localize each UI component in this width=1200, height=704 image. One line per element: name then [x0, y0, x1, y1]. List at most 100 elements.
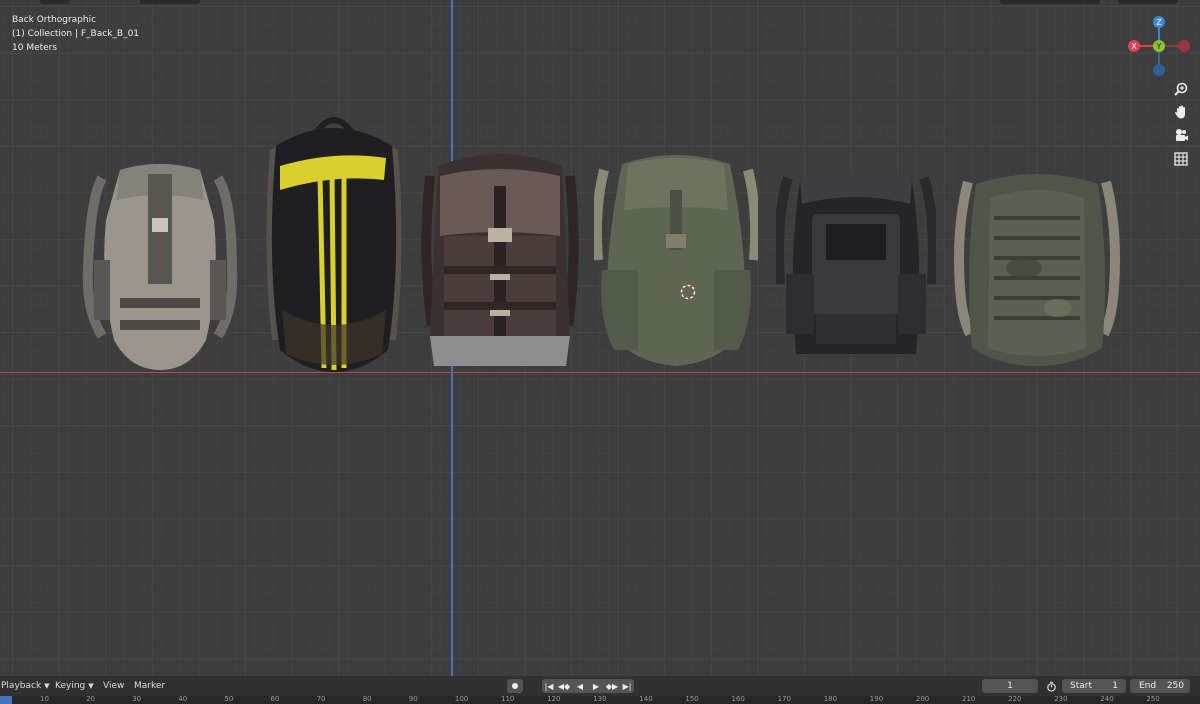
collection-line: (1) Collection | F_Back_B_01 — [12, 29, 140, 39]
navigation-gizmo[interactable]: Z X Y — [1124, 14, 1190, 80]
side-pad — [94, 260, 110, 320]
ruler-tick-label: 60 — [270, 695, 280, 703]
right-strap — [919, 176, 936, 285]
pan-button[interactable] — [1170, 102, 1192, 122]
backpack-5[interactable] — [776, 164, 936, 368]
side-pocket — [601, 270, 638, 350]
bottom-panel — [430, 336, 570, 366]
backpack-4[interactable] — [594, 150, 758, 368]
right-strap — [563, 175, 579, 327]
ruler-tick-label: 10 — [40, 695, 49, 703]
ruler-tick-label: 250 — [1146, 695, 1160, 703]
side-pocket — [898, 274, 926, 334]
backpack-6[interactable] — [954, 168, 1120, 366]
camo-patch — [1006, 258, 1042, 278]
camera-icon — [1176, 129, 1188, 141]
header-stub — [1118, 0, 1178, 4]
grid-icon — [1174, 152, 1188, 166]
right-strap — [743, 168, 758, 261]
side-pocket — [714, 270, 751, 350]
buckle — [666, 234, 686, 248]
camo-patch — [1044, 299, 1072, 317]
webbing — [444, 302, 556, 310]
ruler-tick-label: 120 — [547, 695, 561, 703]
3d-cursor-icon[interactable] — [680, 284, 696, 300]
backpack-1[interactable] — [80, 160, 240, 372]
end-frame-field[interactable]: End 250 — [1130, 679, 1190, 693]
webbing — [120, 298, 200, 308]
lower-pocket — [816, 314, 896, 344]
timeline-header: Playback ▼ Keying ▼ View Marker |◀ ◀◆ ◀ ▶ … — [0, 676, 1200, 696]
camera-view-button[interactable] — [1170, 125, 1192, 145]
play-button[interactable]: ▶ — [588, 679, 604, 693]
ruler-tick-label: 240 — [1100, 695, 1114, 703]
start-frame-field[interactable]: Start 1 — [1062, 679, 1126, 693]
ruler-tick-label: 180 — [823, 695, 838, 703]
prev-keyframe-icon: ◀◆ — [557, 681, 571, 691]
chevron-down-icon: ▼ — [44, 682, 50, 690]
left-strap — [776, 176, 793, 285]
playback-label: Playback — [1, 681, 42, 691]
jump-start-icon: |◀ — [544, 681, 554, 691]
end-value: 250 — [1166, 681, 1184, 691]
keying-menu[interactable]: Keying ▼ — [55, 676, 94, 696]
ruler-tick-label: 220 — [1008, 695, 1022, 703]
ruler-tick-label: 200 — [915, 695, 930, 703]
play-reverse-button[interactable]: ◀ — [572, 679, 588, 693]
ruler-tick-label: 210 — [962, 695, 976, 703]
record-button[interactable] — [507, 679, 523, 693]
record-icon — [512, 683, 518, 689]
backpack-3[interactable] — [420, 146, 580, 368]
end-label: End — [1139, 681, 1157, 691]
start-label: Start — [1070, 681, 1092, 691]
ruler-tick-label: 140 — [639, 695, 653, 703]
buckle — [152, 218, 168, 232]
playback-menu[interactable]: Playback ▼ — [1, 676, 50, 696]
ruler-tick-label: 190 — [869, 695, 884, 703]
current-frame-field[interactable]: 1 — [982, 679, 1038, 693]
ruler-tick-label: 70 — [316, 695, 326, 703]
gizmo-z-label: Z — [1156, 18, 1162, 27]
view-name: Back Orthographic — [12, 15, 97, 25]
backpack-2[interactable] — [262, 110, 406, 374]
zoom-button[interactable] — [1170, 79, 1192, 99]
webbing — [444, 266, 556, 274]
x-axis-line — [0, 372, 1200, 373]
ruler-tick-label: 90 — [408, 695, 418, 703]
hand-pan-icon — [1175, 105, 1185, 119]
jump-to-end-button[interactable]: ▶| — [620, 679, 634, 693]
ruler-tick-label: 150 — [685, 695, 699, 703]
stopwatch-icon — [1046, 681, 1056, 692]
preview-range-button[interactable] — [1043, 679, 1059, 693]
side-pad — [210, 260, 226, 320]
ruler-tick-label: 80 — [362, 695, 372, 703]
ruler-tick-label: 230 — [1054, 695, 1068, 703]
left-strap — [954, 180, 975, 337]
jump-to-keyframe-next-button[interactable]: ◆▶ — [604, 679, 620, 693]
current-frame-indicator[interactable] — [0, 696, 12, 704]
scale-line: 10 Meters — [12, 43, 58, 53]
ruler-tick-label: 130 — [593, 695, 607, 703]
jump-to-start-button[interactable]: |◀ — [542, 679, 556, 693]
next-keyframe-icon: ◆▶ — [605, 681, 619, 691]
ruler-tick-label: 170 — [777, 695, 791, 703]
header-stub — [140, 0, 200, 4]
ruler-tick-label: 40 — [178, 695, 188, 703]
ruler-tick-label: 50 — [224, 695, 234, 703]
jump-to-keyframe-prev-button[interactable]: ◀◆ — [556, 679, 572, 693]
gizmo-neg-x-axis[interactable] — [1178, 40, 1190, 52]
3d-viewport[interactable]: Back Orthographic (1) Collection | F_Bac… — [0, 0, 1200, 676]
left-strap — [421, 175, 437, 327]
header-stub — [40, 0, 70, 4]
ruler-tick-label: 110 — [501, 695, 515, 703]
chevron-down-icon: ▼ — [88, 682, 94, 690]
viewport-info: Back Orthographic (1) Collection | F_Bac… — [12, 13, 139, 55]
marker-menu[interactable]: Marker — [134, 676, 165, 696]
ruler-tick-label: 160 — [731, 695, 745, 703]
side-pocket — [786, 274, 814, 334]
timeline-ruler[interactable]: 10 20 30 40 50 60 70 80 90 100 110 120 130 140 150 160 1… — [0, 695, 1200, 704]
gizmo-neg-z-axis[interactable] — [1153, 64, 1165, 76]
ortho-toggle-button[interactable] — [1170, 149, 1192, 169]
keying-label: Keying — [55, 681, 86, 691]
view-menu[interactable]: View — [103, 676, 124, 696]
